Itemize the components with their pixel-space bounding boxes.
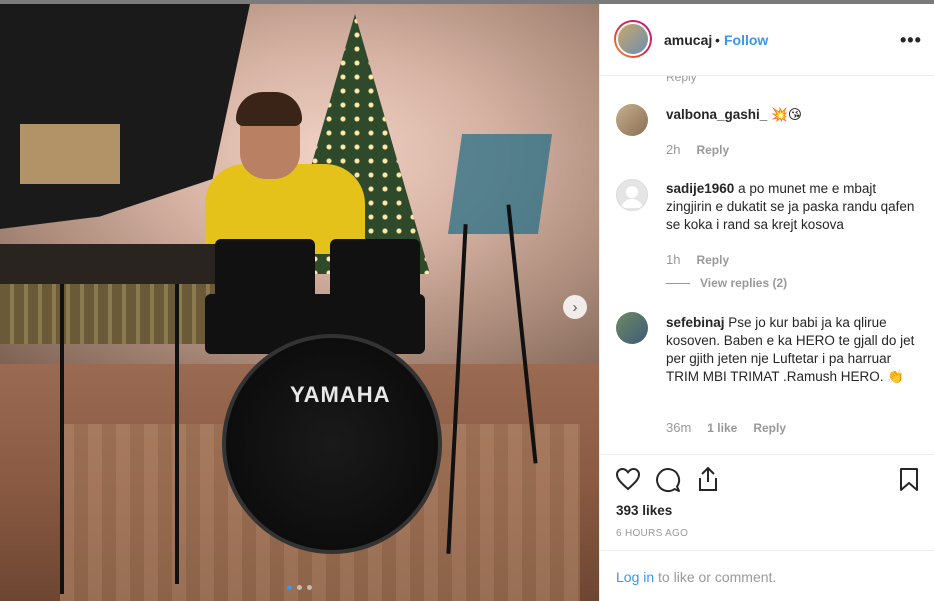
comment-body: sefebinaj Pse jo kur babi ja ka qlirue k… [666, 314, 920, 386]
photo-music-stand [447, 134, 553, 234]
carousel-dot-active [287, 585, 292, 590]
reply-button[interactable]: Reply [753, 421, 786, 435]
chevron-right-icon: › [572, 298, 578, 316]
comment-likes[interactable]: 1 like [707, 421, 737, 435]
cut-off-reply: Reply [666, 76, 697, 84]
post-actions: 393 likes 6 HOURS AGO [600, 454, 934, 550]
author-avatar[interactable] [614, 20, 652, 58]
login-text: Log in to like or comment. [616, 569, 776, 585]
view-replies-label: View replies (2) [700, 276, 788, 290]
login-link[interactable]: Log in [616, 569, 654, 585]
photo-marimba-leg [175, 284, 179, 584]
carousel-next-button[interactable]: › [563, 295, 587, 319]
comment-meta: 1h Reply [666, 252, 729, 267]
photo-kick-drum [222, 334, 442, 554]
reply-button[interactable]: Reply [696, 143, 729, 157]
post-timestamp: 6 HOURS AGO [616, 528, 689, 539]
comment-time[interactable]: 1h [666, 252, 680, 267]
post-media[interactable]: YAMAHA › [0, 4, 599, 601]
author-username[interactable]: amucaj [664, 32, 712, 48]
comment-avatar[interactable] [616, 104, 648, 136]
photo-marimba-bars [0, 284, 230, 344]
comment-username[interactable]: sefebinaj [666, 315, 725, 330]
comment-body: valbona_gashi_ 💥😘 [666, 106, 920, 124]
comment-meta: 2h Reply [666, 142, 729, 157]
more-options-icon[interactable]: ••• [900, 30, 922, 51]
comment-avatar[interactable] [616, 312, 648, 344]
bookmark-icon[interactable] [899, 467, 919, 492]
instagram-post-modal: YAMAHA › amucaj • Follow ••• Reply valbo… [0, 0, 934, 601]
comment-avatar[interactable] [616, 179, 648, 211]
login-prompt: Log in to like or comment. [600, 550, 934, 601]
drum-brand-logo: YAMAHA [290, 382, 391, 407]
photo-marimba-leg [60, 284, 64, 594]
comment-time[interactable]: 2h [666, 142, 680, 157]
login-rest: to like or comment. [654, 569, 777, 585]
carousel-dot [307, 585, 312, 590]
comment-username[interactable]: valbona_gashi_ [666, 107, 767, 122]
follow-button[interactable]: Follow [724, 32, 768, 48]
share-icon[interactable] [696, 466, 720, 492]
carousel-indicator [287, 585, 312, 590]
post-side-panel: amucaj • Follow ••• Reply valbona_gashi_… [599, 4, 934, 601]
comments-list[interactable]: Reply valbona_gashi_ 💥😘 2h Reply sadije1… [600, 76, 934, 454]
view-replies-button[interactable]: View replies (2) [666, 276, 787, 290]
replies-line [666, 282, 690, 284]
photo-piano-lid [20, 124, 120, 184]
header-separator: • [715, 32, 720, 48]
reply-button[interactable]: Reply [696, 253, 729, 267]
photo-boy-hair [236, 92, 302, 126]
comment-username[interactable]: sadije1960 [666, 181, 734, 196]
comment-icon[interactable] [655, 467, 681, 493]
default-user-icon [621, 186, 643, 208]
photo-marimba [0, 244, 250, 284]
comment-text: 💥😘 [767, 107, 802, 122]
comment-meta: 36m 1 like Reply [666, 420, 786, 435]
likes-count[interactable]: 393 likes [616, 503, 672, 518]
heart-icon[interactable] [615, 467, 641, 491]
carousel-dot [297, 585, 302, 590]
post-header: amucaj • Follow ••• [600, 4, 934, 76]
comment-body: sadije1960 a po munet me e mbajt zingjir… [666, 180, 920, 234]
comment-time[interactable]: 36m [666, 420, 691, 435]
